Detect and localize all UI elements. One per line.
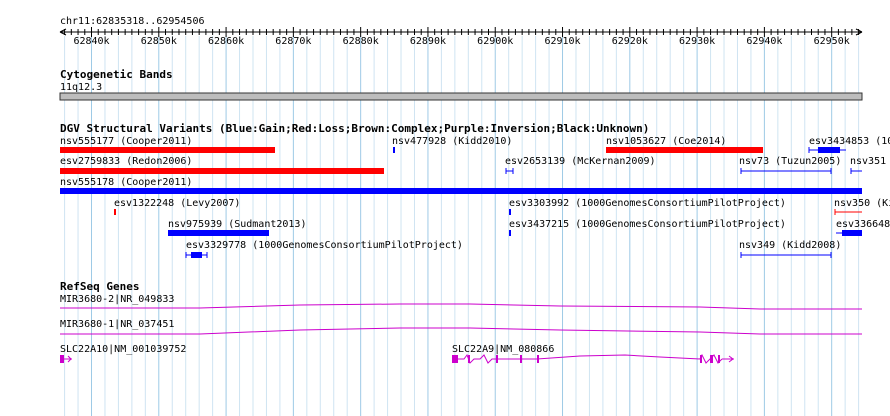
variant-nsv1053627[interactable]: nsv1053627 (Coe2014) (606, 136, 763, 153)
gene-exon (496, 355, 498, 363)
refseq-track[interactable]: RefSeq Genes MIR3680-2|NR_049833 MIR3680… (60, 280, 862, 364)
variant-label: nsv1053627 (Coe2014) (606, 136, 726, 147)
variant-esv2759833[interactable]: esv2759833 (Redon2006) (60, 156, 384, 174)
variant-bar[interactable] (509, 230, 511, 236)
variant-esv336648[interactable]: esv336648 (836, 219, 890, 236)
variant-nsv975939[interactable]: nsv975939 (Sudmant2013) (168, 219, 306, 236)
variant-nsv477928[interactable]: nsv477928 (Kidd2010) (392, 136, 512, 153)
ruler-tick-label: 62850k (141, 36, 177, 47)
cytoband-track-title: Cytogenetic Bands (60, 68, 173, 81)
variant-label: nsv350 (Ki (834, 198, 890, 209)
refseq-track-title: RefSeq Genes (60, 280, 139, 293)
variant-bar[interactable] (606, 147, 763, 153)
position-ruler[interactable]: chr11:62835318..62954506 62840k 62850k 628… (59, 16, 863, 47)
ruler-tick-label: 62880k (343, 36, 379, 47)
ruler-tick-label: 62870k (275, 36, 311, 47)
variant-label: nsv975939 (Sudmant2013) (168, 219, 306, 230)
ruler-tick-label: 62900k (477, 36, 513, 47)
gene-exon (520, 355, 522, 363)
ruler-tick-label: 62940k (746, 36, 782, 47)
variant-label: nsv73 (Tuzun2005) (739, 156, 841, 167)
gene-label: MIR3680-1|NR_037451 (60, 319, 174, 330)
gene-model (60, 303, 862, 310)
variant-bar[interactable] (60, 188, 862, 194)
cytoband-track[interactable]: Cytogenetic Bands 11q12.3 (59, 68, 863, 101)
variant-bar[interactable] (509, 209, 511, 215)
gene-exon (718, 355, 720, 363)
variant-label: esv336648 (836, 219, 890, 230)
variant-nsv351[interactable]: nsv351 (850, 156, 886, 174)
gene-label: SLC22A10|NM_001039752 (60, 344, 186, 355)
gene-mir3680-2[interactable]: MIR3680-2|NR_049833 (60, 294, 862, 310)
variant-label: esv1322248 (Levy2007) (114, 198, 240, 209)
ruler-tick-label: 62950k (814, 36, 850, 47)
ruler-tick-label: 62890k (410, 36, 446, 47)
variant-esv3303992[interactable]: esv3303992 (1000GenomesConsortiumPilotPr… (509, 198, 786, 215)
gene-mir3680-1[interactable]: MIR3680-1|NR_037451 (60, 319, 862, 335)
gene-slc22a10[interactable]: SLC22A10|NM_001039752 (60, 344, 186, 363)
variant-bar[interactable] (60, 168, 384, 174)
cytoband-band[interactable] (59, 92, 863, 101)
gene-slc22a9[interactable]: SLC22A9|NM_080866 (452, 344, 734, 364)
variant-nsv73[interactable]: nsv73 (Tuzun2005) (739, 156, 841, 174)
gene-exon (452, 355, 458, 363)
variant-esv2653139[interactable]: esv2653139 (McKernan2009) (505, 156, 656, 174)
variant-nsv555177[interactable]: nsv555177 (Cooper2011) (60, 136, 275, 153)
variant-label: esv3329778 (1000GenomesConsortiumPilotPr… (186, 240, 463, 251)
genome-view: chr11:62835318..62954506 62840k 62850k 628… (59, 16, 890, 416)
genome-browser: chr11:62835318..62954506 62840k 62850k 628… (0, 0, 890, 416)
variant-label: nsv555177 (Cooper2011) (60, 136, 192, 147)
variant-esv3329778[interactable]: esv3329778 (1000GenomesConsortiumPilotPr… (185, 240, 463, 258)
variant-label: nsv351 (850, 156, 886, 167)
variant-label: esv3437215 (1000GenomesConsortiumPilotPr… (509, 219, 786, 230)
variant-esv3434853[interactable]: esv3434853 (1000 (808, 136, 890, 153)
gene-label: SLC22A9|NM_080866 (452, 344, 554, 355)
variant-nsv349[interactable]: nsv349 (Kidd2008) (739, 240, 841, 258)
position-label: chr11:62835318..62954506 (60, 16, 205, 27)
variant-label: nsv349 (Kidd2008) (739, 240, 841, 251)
variant-label: nsv477928 (Kidd2010) (392, 136, 512, 147)
gene-exon (60, 355, 64, 363)
variant-bar[interactable] (818, 147, 840, 153)
gene-model (60, 327, 862, 335)
variant-esv3437215[interactable]: esv3437215 (1000GenomesConsortiumPilotPr… (509, 219, 786, 236)
variant-bar[interactable] (393, 147, 395, 153)
dgv-track-title: DGV Structural Variants (Blue:Gain;Red:L… (60, 122, 649, 135)
gene-intron (458, 353, 520, 364)
gene-exon (537, 355, 539, 363)
cytoband-label: 11q12.3 (60, 82, 102, 93)
dgv-track[interactable]: DGV Structural Variants (Blue:Gain;Red:L… (60, 122, 890, 258)
ruler-tick-label: 62920k (612, 36, 648, 47)
variant-label: nsv555178 (Cooper2011) (60, 177, 192, 188)
ruler-tick-label: 62930k (679, 36, 715, 47)
gene-exon (710, 355, 713, 363)
ruler-tick-label: 62910k (544, 36, 580, 47)
variant-label: esv2759833 (Redon2006) (60, 156, 192, 167)
ruler-ticks: 62840k 62850k 62860k 62870k 62880k 62890k 6290… (64, 27, 860, 47)
gene-exon (468, 355, 470, 363)
gene-label: MIR3680-2|NR_049833 (60, 294, 174, 305)
variant-bar[interactable] (168, 230, 269, 236)
variant-bar[interactable] (60, 147, 275, 153)
variant-nsv350[interactable]: nsv350 (Ki (834, 198, 890, 215)
variant-label: esv3434853 (1000 (809, 136, 890, 147)
ruler-tick-label: 62840k (73, 36, 109, 47)
variant-bar[interactable] (191, 252, 202, 258)
variant-bar[interactable] (114, 209, 116, 215)
variant-nsv555178[interactable]: nsv555178 (Cooper2011) (60, 177, 862, 194)
gene-exon (700, 355, 702, 363)
ruler-tick-label: 62860k (208, 36, 244, 47)
variant-label: esv3303992 (1000GenomesConsortiumPilotPr… (509, 198, 786, 209)
variant-bar[interactable] (842, 230, 862, 236)
variant-label: esv2653139 (McKernan2009) (505, 156, 656, 167)
variant-esv1322248[interactable]: esv1322248 (Levy2007) (114, 198, 240, 215)
